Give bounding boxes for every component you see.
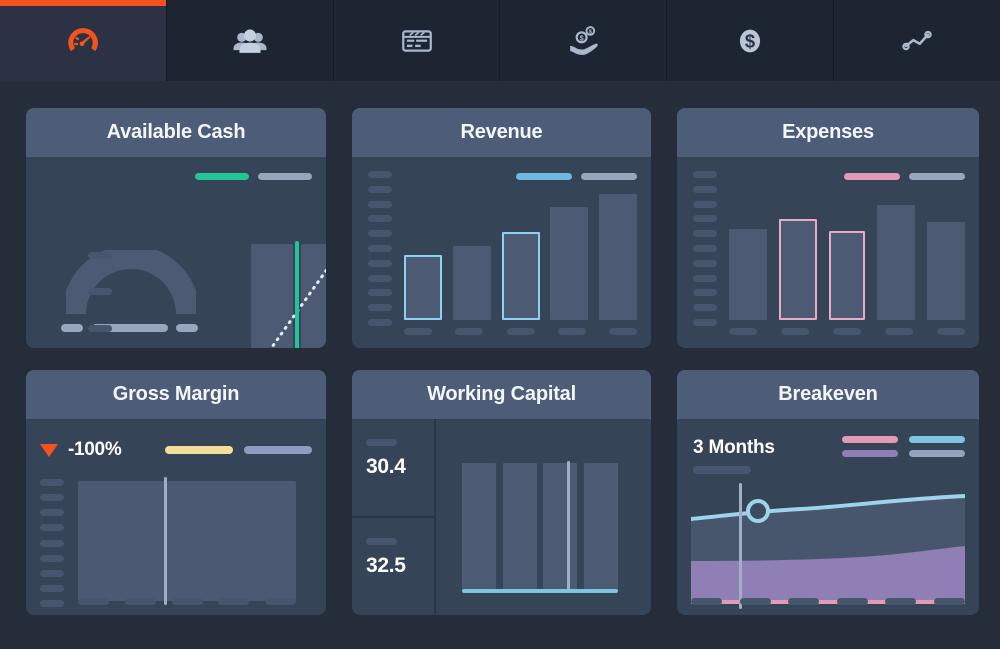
card-body-revenue bbox=[352, 157, 651, 348]
stat-value: 32.5 bbox=[366, 554, 406, 577]
y-axis-placeholders bbox=[88, 252, 112, 348]
bar-3 bbox=[501, 232, 540, 320]
gross-margin-plot-area bbox=[78, 481, 296, 601]
check-payment-icon bbox=[391, 19, 443, 63]
card-header: Revenue bbox=[352, 108, 651, 157]
active-tab-indicator bbox=[0, 0, 166, 6]
marker-vertical-line bbox=[739, 483, 742, 609]
page-title: Breakeven bbox=[778, 383, 878, 405]
nav-tab-receivables[interactable]: $ $ bbox=[500, 0, 668, 81]
card-body-breakeven: 3 Months bbox=[677, 419, 979, 615]
stat-cell-top: 30.4 bbox=[352, 419, 434, 516]
bar-2 bbox=[779, 219, 817, 320]
card-revenue[interactable]: Revenue bbox=[352, 108, 651, 348]
working-capital-chart bbox=[436, 419, 651, 615]
card-working-capital[interactable]: Working Capital 30.4 32.5 bbox=[352, 370, 651, 615]
card-header: Breakeven bbox=[677, 370, 979, 419]
stat-value: 30.4 bbox=[366, 455, 406, 478]
card-header: Available Cash bbox=[26, 108, 326, 157]
nav-tab-dashboard[interactable] bbox=[0, 0, 167, 81]
bar-1 bbox=[462, 463, 496, 589]
bar-1 bbox=[404, 255, 442, 320]
svg-text:$: $ bbox=[580, 33, 584, 42]
card-body-available-cash bbox=[26, 157, 326, 348]
bar-1 bbox=[729, 229, 767, 320]
page-title: Expenses bbox=[782, 121, 874, 143]
page-title: Working Capital bbox=[427, 383, 576, 405]
svg-text:$: $ bbox=[745, 30, 755, 51]
bar-3 bbox=[829, 231, 865, 320]
bar-2 bbox=[502, 463, 537, 589]
data-point-marker bbox=[746, 499, 770, 523]
people-group-icon bbox=[224, 19, 276, 63]
bar-chart-working-capital bbox=[462, 463, 618, 589]
bar-3 bbox=[543, 463, 578, 589]
bar-5 bbox=[927, 222, 965, 320]
area-chart-breakeven bbox=[691, 489, 965, 607]
card-header: Working Capital bbox=[352, 370, 651, 419]
page-title: Gross Margin bbox=[112, 383, 240, 405]
baseline-axis bbox=[462, 589, 618, 593]
y-axis-placeholders bbox=[368, 171, 392, 326]
bar-chart-revenue bbox=[404, 175, 637, 320]
line-chart-icon bbox=[891, 19, 943, 63]
x-axis-placeholders bbox=[729, 328, 965, 335]
top-navigation: $ $ $ bbox=[0, 0, 1000, 81]
card-header: Gross Margin bbox=[26, 370, 326, 419]
stat-label-placeholder bbox=[366, 538, 397, 545]
card-header: Expenses bbox=[677, 108, 979, 157]
y-axis-placeholders bbox=[693, 171, 717, 326]
card-body-working-capital: 30.4 32.5 bbox=[352, 419, 651, 615]
nav-tab-money[interactable]: $ bbox=[667, 0, 835, 81]
card-expenses[interactable]: Expenses bbox=[677, 108, 979, 348]
trend-down-icon bbox=[40, 443, 58, 457]
bar-5 bbox=[599, 194, 637, 320]
bar-4 bbox=[877, 205, 915, 320]
card-breakeven[interactable]: Breakeven 3 Months bbox=[677, 370, 979, 615]
nav-tab-analytics[interactable] bbox=[834, 0, 1000, 81]
hand-coins-icon: $ $ bbox=[557, 19, 609, 63]
stat-label-placeholder bbox=[366, 439, 397, 446]
nav-tab-check[interactable] bbox=[334, 0, 501, 81]
dashboard-app: $ $ $ Available Cash Revenue Expenses Gr… bbox=[0, 0, 1000, 649]
card-available-cash[interactable]: Available Cash bbox=[26, 108, 326, 348]
bar-chart-expenses bbox=[729, 175, 965, 320]
stat-cell-bottom: 32.5 bbox=[352, 516, 434, 615]
breakeven-value: 3 Months bbox=[693, 437, 775, 458]
page-title: Available Cash bbox=[106, 121, 246, 143]
gauge-chart bbox=[66, 250, 196, 316]
gauge-dashboard-icon bbox=[57, 19, 109, 63]
accent-vertical-line bbox=[295, 241, 299, 348]
gross-margin-summary: -100% bbox=[40, 439, 312, 461]
status-badge: -100% bbox=[68, 439, 122, 460]
breakeven-sub-placeholder bbox=[693, 466, 751, 474]
marker-vertical-line bbox=[164, 477, 167, 605]
card-grid: Available Cash Revenue Expenses Gross Ma… bbox=[0, 81, 1000, 615]
card-body-expenses bbox=[677, 157, 979, 348]
legend-breakeven bbox=[842, 436, 965, 457]
marker-vertical-line bbox=[567, 461, 570, 593]
card-gross-margin[interactable]: Gross Margin -100% bbox=[26, 370, 326, 615]
card-body-gross-margin: -100% bbox=[26, 419, 326, 615]
x-axis-placeholders bbox=[691, 598, 965, 605]
nav-tab-people[interactable] bbox=[167, 0, 334, 81]
page-title: Revenue bbox=[460, 121, 543, 143]
legend-available-cash bbox=[195, 173, 312, 180]
dollar-coin-icon: $ bbox=[724, 19, 776, 63]
bar-4 bbox=[550, 207, 589, 320]
available-cash-bars bbox=[251, 241, 326, 348]
working-capital-stats: 30.4 32.5 bbox=[352, 419, 436, 615]
gauge-label-placeholders bbox=[61, 324, 198, 332]
trend-dotted-line bbox=[269, 268, 326, 348]
bar-2 bbox=[452, 246, 491, 320]
y-axis-placeholders bbox=[40, 479, 64, 607]
x-axis-placeholders bbox=[78, 598, 296, 605]
bar-4 bbox=[583, 463, 618, 589]
x-axis-placeholders bbox=[404, 328, 637, 335]
